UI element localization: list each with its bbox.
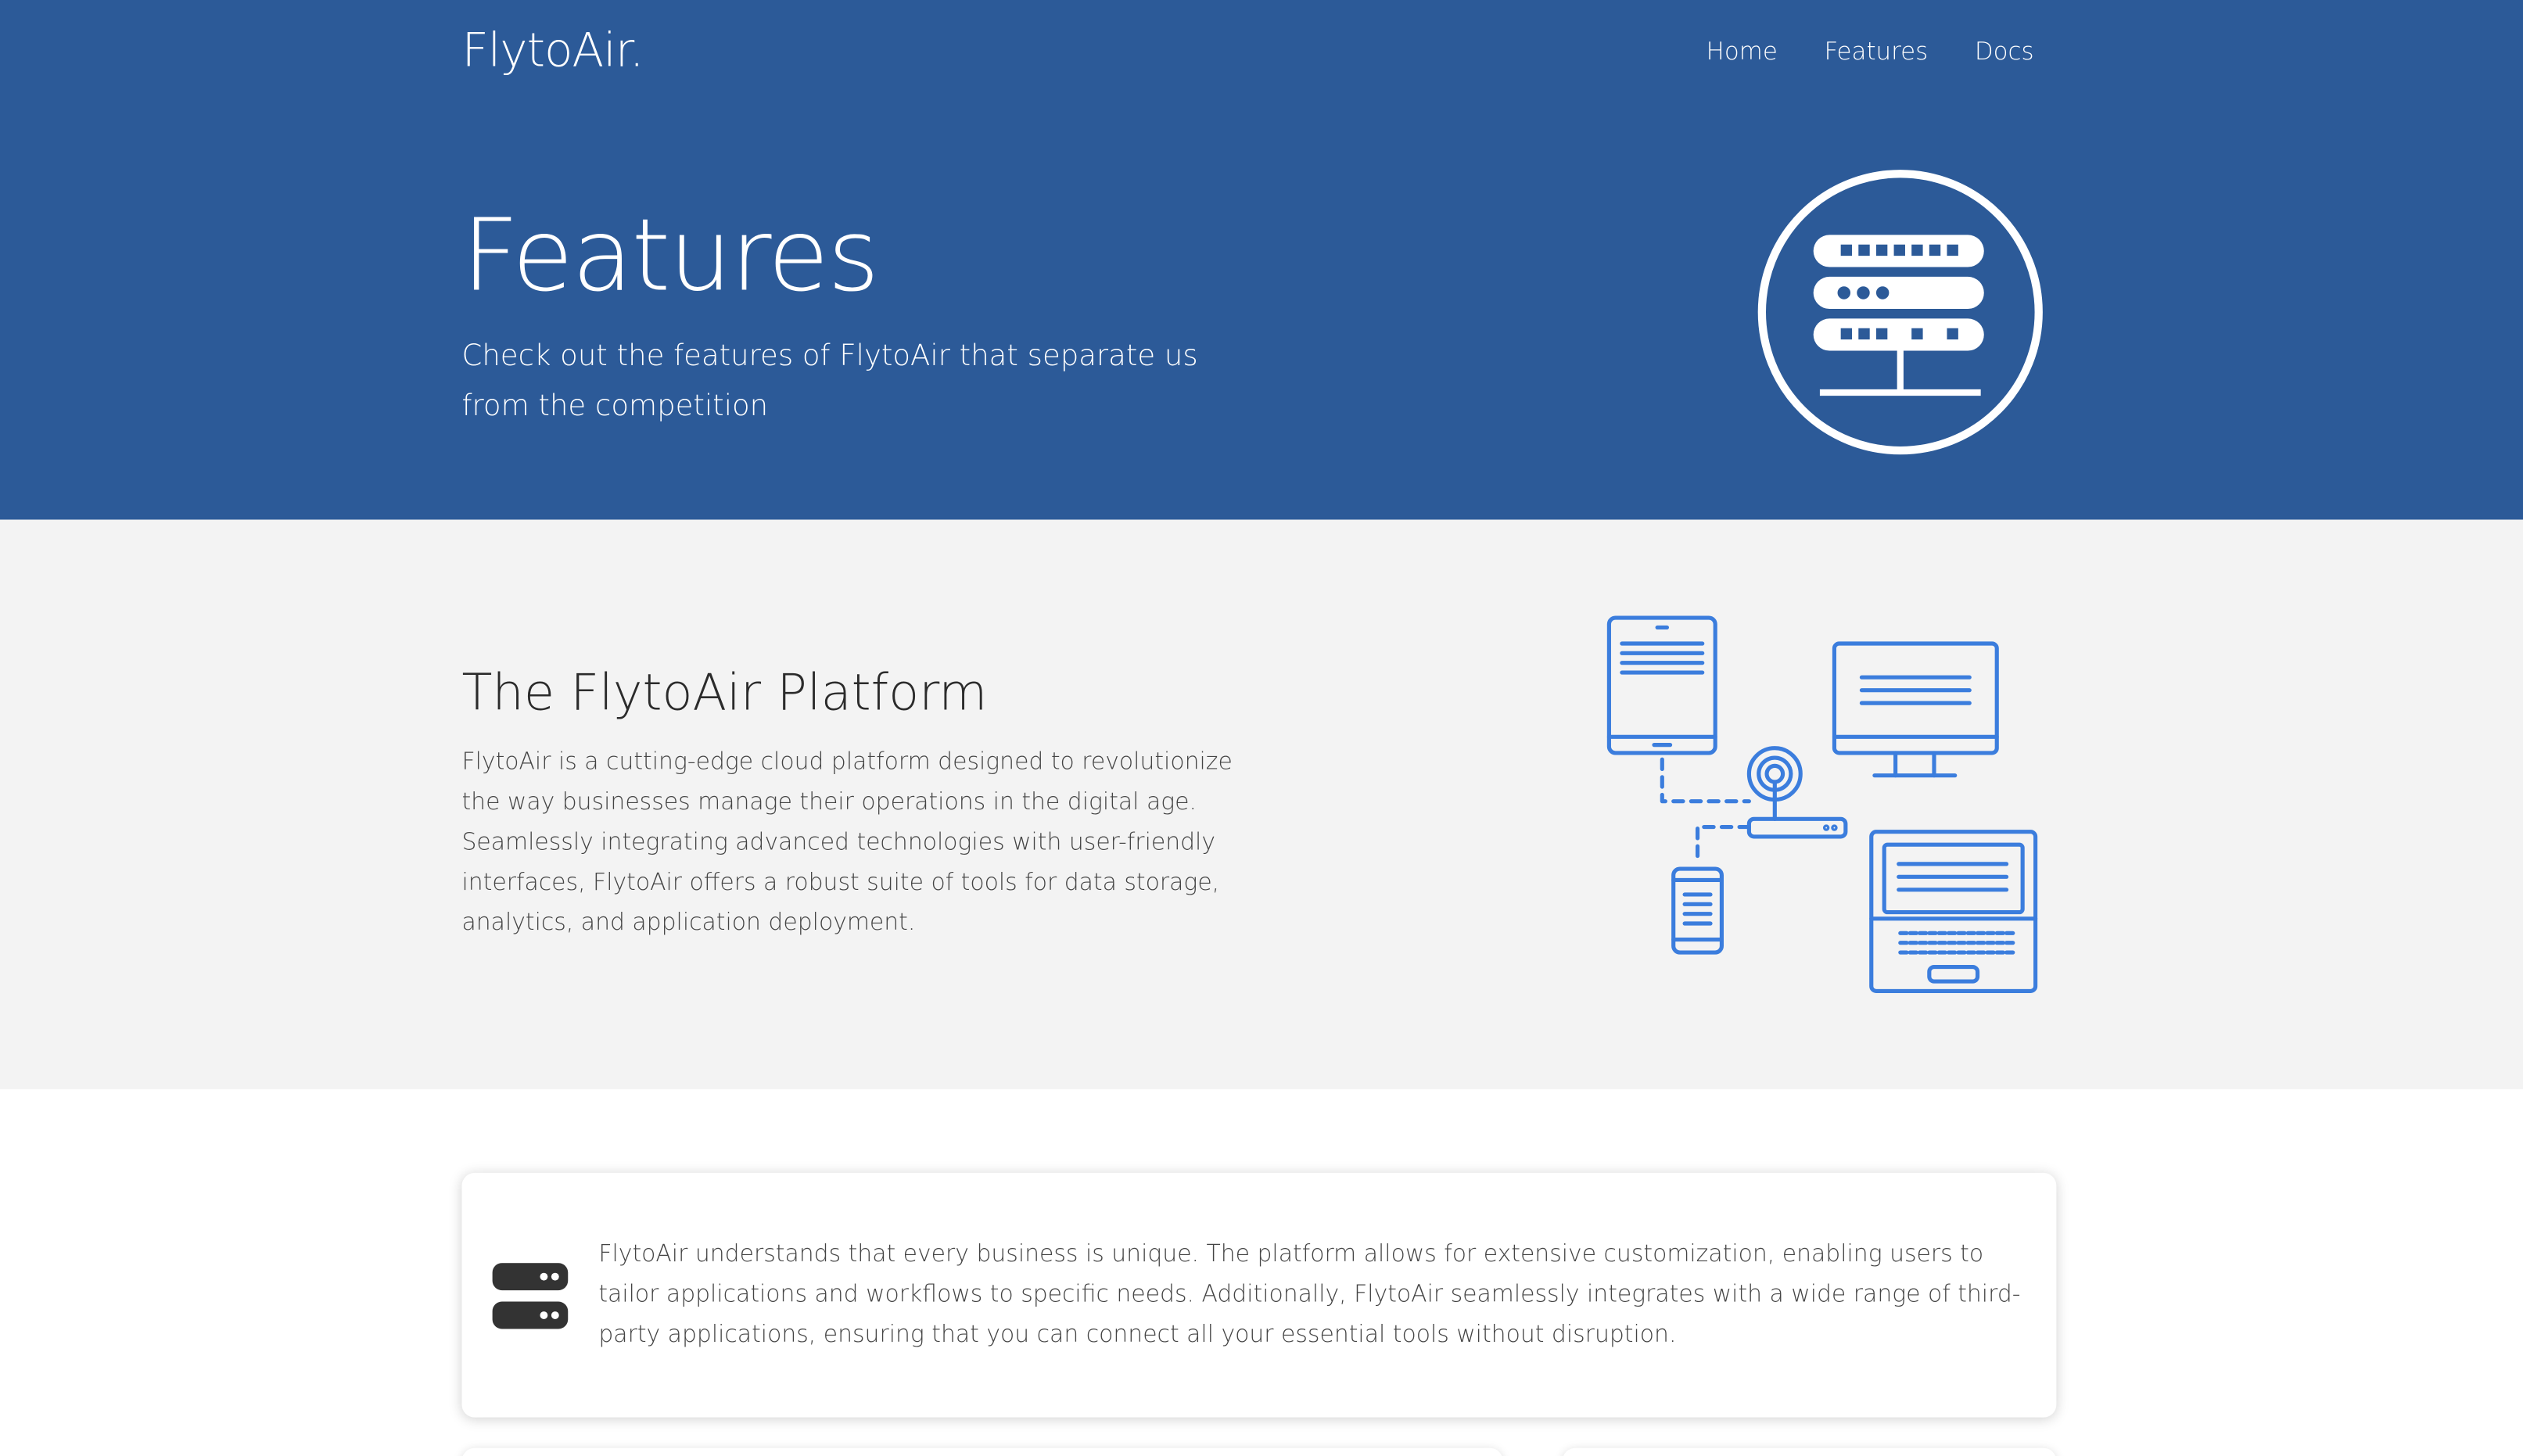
feature-card: FlytoAir understands that every business… [461, 1172, 2057, 1418]
platform-title: The FlytoAir Platform [461, 664, 988, 723]
nav-features-link[interactable]: Features [1824, 37, 1928, 66]
brand-logo[interactable]: FlytoAir. [461, 23, 644, 77]
page-subtitle: Check out the features of FlytoAir that … [461, 339, 1198, 424]
main-nav: Home Features Docs [1707, 37, 2034, 66]
device-network-icon [1606, 615, 2038, 993]
nav-home-link[interactable]: Home [1707, 37, 1778, 66]
nav-docs-link[interactable]: Docs [1975, 37, 2034, 66]
hero-header: FlytoAir. Home Features Docs Features Ch… [0, 0, 2523, 520]
feature-card-next [1562, 1447, 2057, 1456]
server-stack-icon [492, 1263, 569, 1329]
platform-section: The FlytoAir Platform FlytoAir is a cutt… [0, 519, 2523, 1089]
feature-card-text: FlytoAir understands that every business… [598, 1242, 2021, 1349]
platform-description: FlytoAir is a cutting-edge cloud platfor… [461, 749, 1233, 937]
feature-card-next [461, 1447, 1503, 1456]
page-title: Features [461, 196, 879, 314]
server-rack-icon [1757, 170, 2043, 455]
page: FlytoAir. Home Features Docs Features Ch… [0, 0, 2523, 1456]
